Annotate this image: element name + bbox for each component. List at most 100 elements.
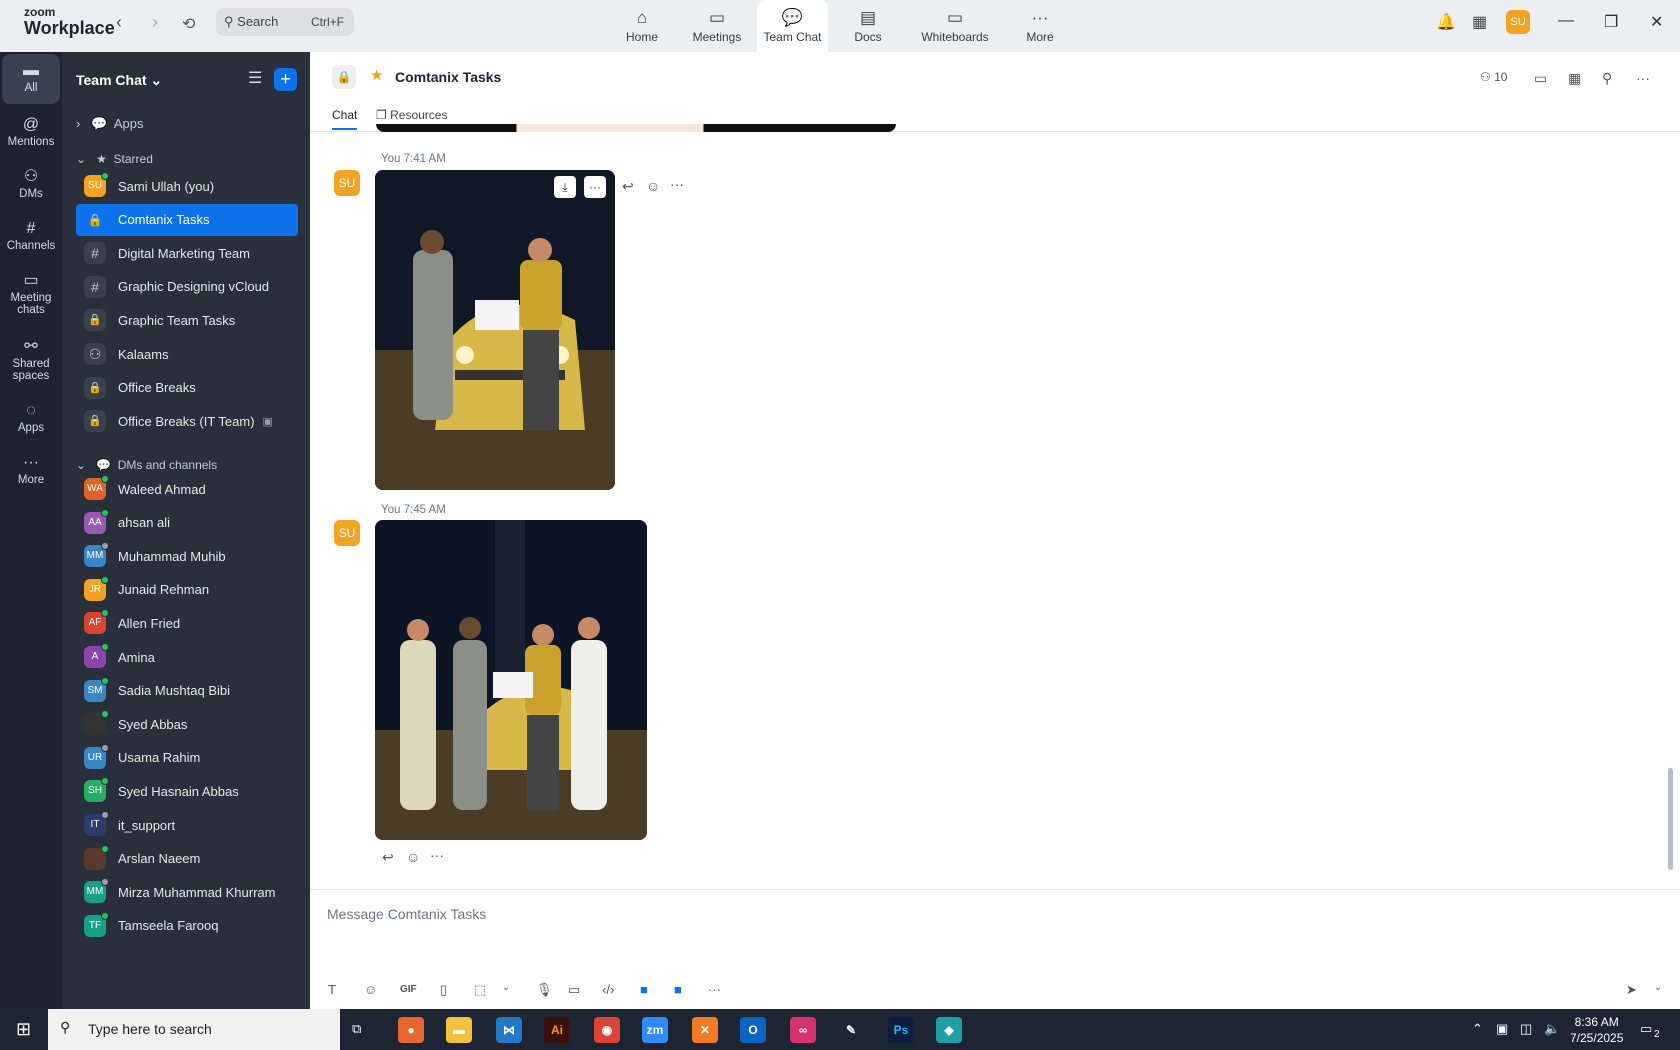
sidebar-item[interactable]: ⚇ Kalaams bbox=[76, 338, 298, 370]
message-image-1[interactable] bbox=[375, 170, 615, 490]
image-more-icon[interactable]: ··· bbox=[584, 176, 606, 198]
code-icon[interactable]: ‹/› bbox=[602, 982, 614, 997]
taskbar-search[interactable]: ⚲ Type here to search bbox=[48, 1009, 340, 1050]
chevron-down-icon[interactable]: ⌄ bbox=[502, 982, 510, 993]
avatar[interactable]: SU bbox=[1506, 10, 1530, 34]
message-more-icon[interactable]: ··· bbox=[430, 847, 444, 863]
xampp-icon[interactable]: ✕ bbox=[692, 1017, 718, 1043]
sidebar-item[interactable]: AA ahsan ali bbox=[76, 507, 298, 539]
sidebar-item[interactable]: WA Waleed Ahmad bbox=[76, 473, 298, 505]
sidebar-item[interactable]: 🔒 Office Breaks (IT Team) ▣ bbox=[76, 405, 298, 437]
rail-apps[interactable]: ◌ Apps bbox=[2, 400, 60, 434]
section-apps[interactable]: › 💬 Apps bbox=[76, 116, 144, 132]
illustrator-icon[interactable]: Ai bbox=[544, 1017, 570, 1043]
tab-team-chat[interactable]: 💬 Team Chat bbox=[757, 0, 828, 52]
restore-icon[interactable]: ❐ bbox=[1604, 12, 1618, 32]
tab-more[interactable]: ··· More bbox=[1022, 0, 1058, 52]
emoji-react-icon[interactable]: ☺ bbox=[406, 849, 420, 865]
tab-meetings[interactable]: ▭ Meetings bbox=[686, 0, 748, 52]
rail-meeting-chats[interactable]: ▭ Meeting chats bbox=[2, 270, 60, 316]
clock[interactable]: 8:36 AM 7/25/2025 bbox=[1570, 1014, 1623, 1046]
rail-mentions[interactable]: @ Mentions bbox=[2, 114, 60, 148]
calendar-gift-icon[interactable]: ▦ bbox=[1472, 12, 1487, 32]
video-icon[interactable]: ▭ bbox=[1534, 70, 1547, 87]
file-explorer-icon[interactable]: ▬ bbox=[446, 1017, 472, 1043]
section-starred[interactable]: ⌄ ★ Starred bbox=[76, 152, 153, 166]
bell-icon[interactable]: 🔔 bbox=[1436, 12, 1456, 32]
rail-dms[interactable]: ⚇ DMs bbox=[2, 166, 60, 200]
download-icon[interactable]: ⤓ bbox=[554, 176, 576, 198]
tab-resources[interactable]: ❐ Resources bbox=[376, 108, 447, 122]
volume-icon[interactable]: 🔈 bbox=[1544, 1021, 1560, 1037]
pen-tool-icon[interactable]: ✎ bbox=[838, 1017, 864, 1043]
video-message-icon[interactable]: ▭ bbox=[568, 982, 580, 998]
sidebar-item[interactable]: SU Sami Ullah (you) bbox=[76, 170, 298, 202]
avatar[interactable]: SU bbox=[334, 170, 360, 196]
tab-whiteboards[interactable]: ▭ Whiteboards bbox=[916, 0, 994, 52]
avatar[interactable]: SU bbox=[334, 520, 360, 546]
notification-icon[interactable]: ▭ bbox=[1640, 1021, 1652, 1037]
network-icon[interactable]: ◫ bbox=[1520, 1021, 1532, 1037]
gif-button[interactable]: GIF bbox=[400, 984, 417, 995]
star-icon[interactable]: ★ bbox=[370, 66, 383, 84]
sidebar-item[interactable]: MM Muhammad Muhib bbox=[76, 540, 298, 572]
more-options-icon[interactable]: ··· bbox=[1636, 70, 1650, 86]
rail-more[interactable]: ··· More bbox=[2, 452, 60, 486]
filter-icon[interactable]: ☰ bbox=[248, 68, 262, 88]
screenshot-icon[interactable]: ⬚ bbox=[474, 982, 486, 998]
sidebar-title[interactable]: Team Chat ⌄ bbox=[76, 72, 162, 89]
sidebar-item[interactable]: SM Sadia Mushtaq Bibi bbox=[76, 675, 298, 707]
sidebar-item[interactable]: JR Junaid Rehman bbox=[76, 574, 298, 606]
members-button[interactable]: ⚇ 10 bbox=[1480, 70, 1507, 84]
history-icon[interactable]: ⟲ bbox=[182, 14, 195, 34]
sidebar-item[interactable]: 🔒 Graphic Team Tasks bbox=[76, 304, 298, 336]
tray-app-icon[interactable]: ▣ bbox=[1496, 1021, 1508, 1037]
sidebar-item[interactable]: UR Usama Rahim bbox=[76, 742, 298, 774]
scrollbar-thumb[interactable] bbox=[1668, 768, 1673, 870]
sidebar-item[interactable]: # Graphic Designing vCloud bbox=[76, 271, 298, 303]
chevron-down-icon[interactable]: ⌄ bbox=[1654, 982, 1662, 993]
sidebar-item[interactable]: 🔒 Office Breaks bbox=[76, 372, 298, 404]
zoom-app-icon[interactable]: zm bbox=[642, 1017, 668, 1043]
sidebar-item[interactable]: Syed Abbas bbox=[76, 708, 298, 740]
zoom-chat-icon[interactable]: ■ bbox=[674, 982, 682, 997]
emoji-icon[interactable]: ☺ bbox=[364, 982, 377, 997]
text-format-icon[interactable]: T bbox=[328, 982, 336, 997]
sidebar-item[interactable]: TF Tamseela Farooq bbox=[76, 910, 298, 942]
new-chat-button[interactable]: + bbox=[274, 68, 297, 91]
message-more-icon[interactable]: ··· bbox=[670, 176, 684, 192]
tab-chat[interactable]: Chat bbox=[332, 108, 358, 130]
search-input[interactable]: ⚲ Search Ctrl+F bbox=[216, 8, 354, 36]
photoshop-icon[interactable]: Ps bbox=[888, 1017, 914, 1043]
app-icon[interactable]: ■ bbox=[640, 982, 648, 997]
message-input[interactable]: Message Comtanix Tasks bbox=[327, 906, 486, 922]
tray-chevron-up-icon[interactable]: ⌃ bbox=[1472, 1021, 1483, 1037]
send-icon[interactable]: ➤ bbox=[1626, 982, 1637, 998]
sidebar-item[interactable]: IT it_support bbox=[76, 809, 298, 841]
app-diamond-icon[interactable]: ◆ bbox=[936, 1017, 962, 1043]
sidebar-item[interactable]: 🔒 Comtanix Tasks bbox=[76, 203, 298, 236]
message-image-2[interactable] bbox=[375, 520, 647, 840]
sidebar-item[interactable]: A Amina bbox=[76, 641, 298, 673]
minimize-icon[interactable]: — bbox=[1558, 12, 1574, 30]
emoji-react-icon[interactable]: ☺ bbox=[646, 178, 660, 194]
forward-arrow-icon[interactable]: › bbox=[152, 12, 158, 33]
windows-start-icon[interactable]: ⊞ bbox=[16, 1019, 31, 1040]
previous-image-strip[interactable] bbox=[376, 124, 896, 132]
sidebar-item[interactable]: AF Allen Fried bbox=[76, 607, 298, 639]
reply-icon[interactable]: ↩ bbox=[622, 178, 634, 195]
file-icon[interactable]: ▯ bbox=[440, 982, 447, 998]
mic-icon[interactable]: 🎙 bbox=[536, 982, 553, 998]
tab-home[interactable]: ⌂ Home bbox=[620, 0, 664, 52]
rail-channels[interactable]: # Channels bbox=[2, 218, 60, 252]
vscode-icon[interactable]: ⋈ bbox=[496, 1017, 522, 1043]
outlook-icon[interactable]: O bbox=[740, 1017, 766, 1043]
channel-title[interactable]: Comtanix Tasks bbox=[395, 69, 501, 85]
section-dms-channels[interactable]: ⌄ 💬 DMs and channels bbox=[76, 458, 217, 472]
chrome-icon[interactable]: ◉ bbox=[594, 1017, 620, 1043]
more-tools-icon[interactable]: ··· bbox=[708, 982, 721, 997]
tab-docs[interactable]: ▤ Docs bbox=[848, 0, 888, 52]
rail-all[interactable]: ▬ All bbox=[2, 54, 60, 104]
sidebar-item[interactable]: SH Syed Hasnain Abbas bbox=[76, 775, 298, 807]
calendar-icon[interactable]: ▦ bbox=[1568, 70, 1581, 87]
